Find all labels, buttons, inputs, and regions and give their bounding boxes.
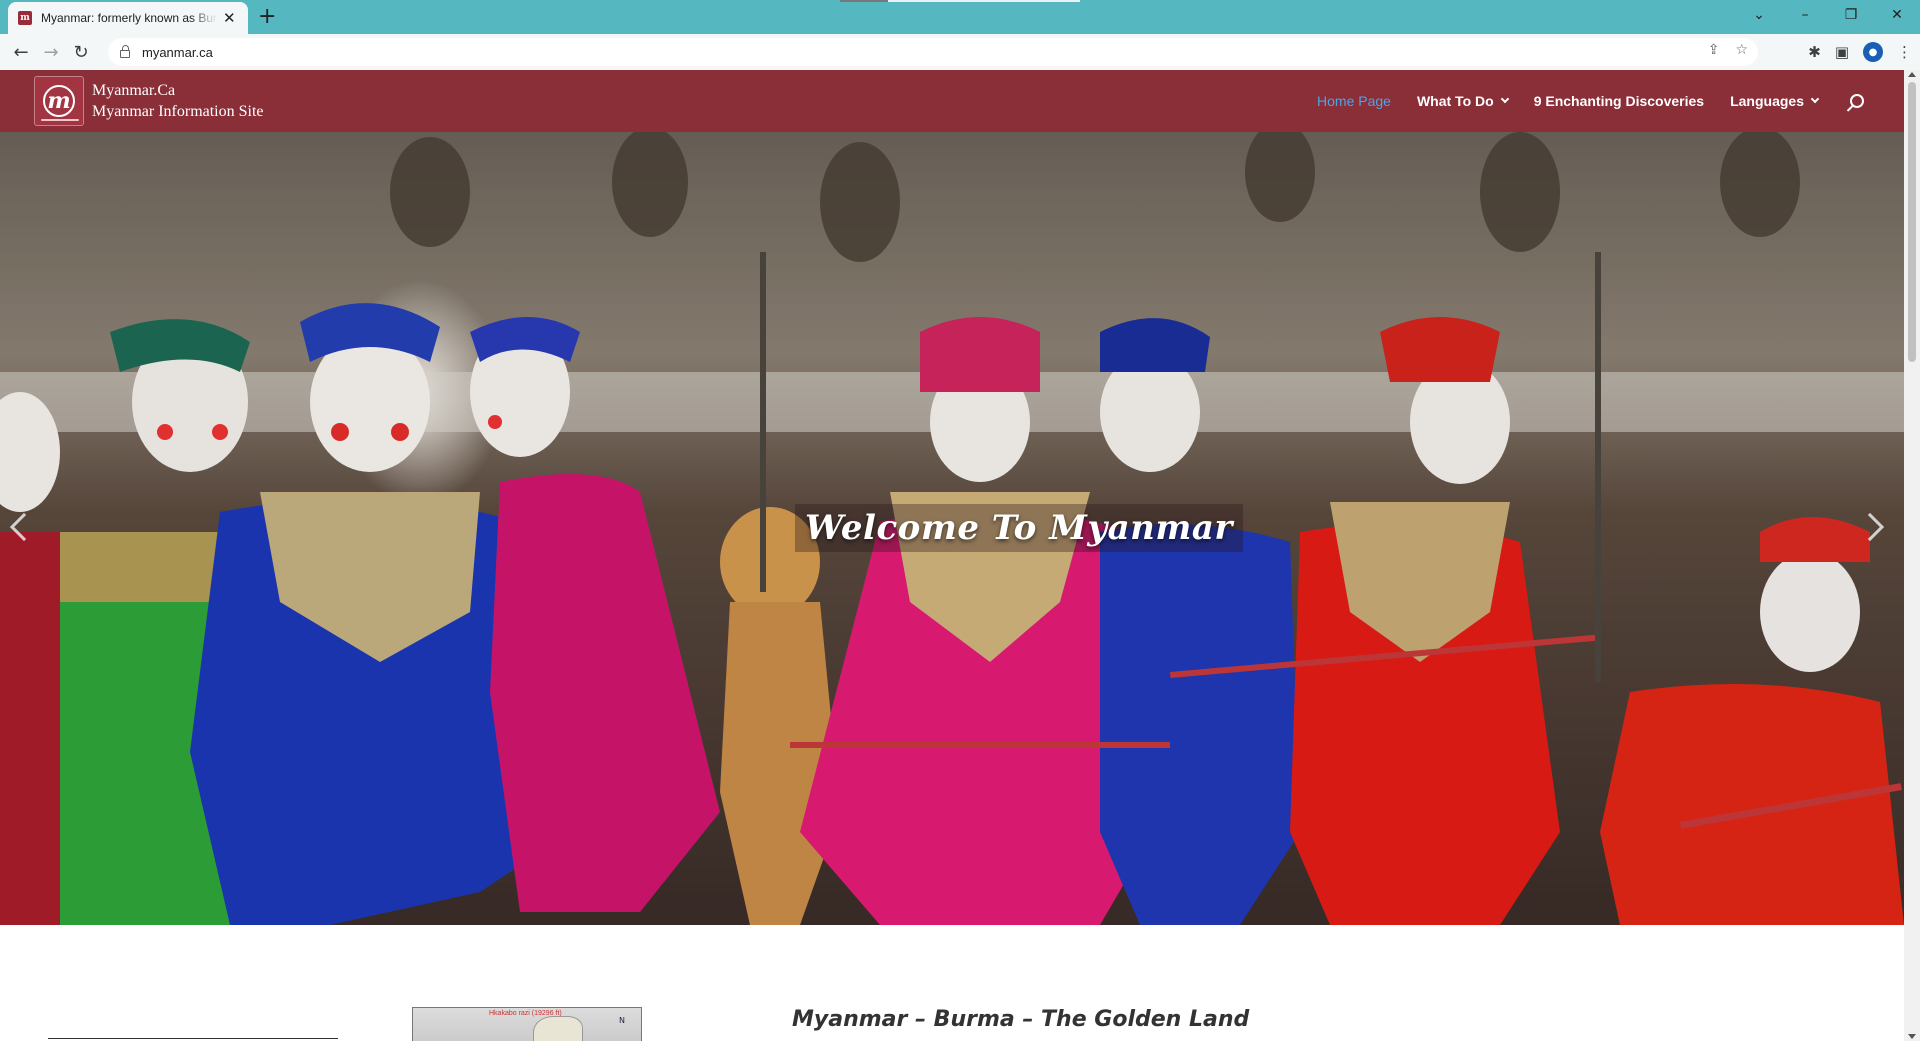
- site-title: Myanmar.Ca Myanmar Information Site: [92, 80, 264, 122]
- site-header: m Myanmar.Ca Myanmar Information Site Ho…: [0, 70, 1904, 132]
- nav-label: Home Page: [1317, 93, 1391, 109]
- logo-m-icon: m: [43, 85, 75, 117]
- web-page: m Myanmar.Ca Myanmar Information Site Ho…: [0, 70, 1904, 1041]
- omnibox-actions: ⇪ ☆: [1708, 42, 1748, 58]
- lock-icon[interactable]: [120, 44, 130, 58]
- profile-avatar-icon[interactable]: ●: [1863, 42, 1883, 62]
- nav-label: Languages: [1730, 93, 1804, 109]
- intro-section: Hkakabo razi (19296 ft) N Myanmar – Burm…: [0, 925, 1904, 1041]
- nav-label: What To Do: [1416, 93, 1494, 109]
- site-logo-link[interactable]: m Myanmar.Ca Myanmar Information Site: [34, 76, 264, 126]
- restore-button[interactable]: ❐: [1828, 7, 1874, 23]
- browser-toolbar: ← → ↻ myanmar.ca ⇪ ☆: [0, 34, 1920, 70]
- reload-icon[interactable]: ↻: [66, 42, 96, 63]
- share-icon[interactable]: ⇪: [1708, 42, 1720, 58]
- tab-strip-indicator-dark: [840, 0, 888, 2]
- side-panel-icon[interactable]: ▣: [1835, 43, 1849, 61]
- nav-languages[interactable]: Languages: [1730, 93, 1820, 109]
- new-tab-button[interactable]: +: [258, 4, 276, 30]
- map-country-shape: [533, 1016, 583, 1041]
- logo-script-mark: [41, 119, 79, 121]
- main-navigation: Home Page What To Do 9 Enchanting Discov…: [1317, 70, 1864, 132]
- url-text[interactable]: myanmar.ca: [142, 45, 213, 60]
- browser-tab-strip: m Myanmar: formerly known as Burma ✕ + ⌄…: [0, 0, 1920, 34]
- browser-tab[interactable]: m Myanmar: formerly known as Burma ✕: [8, 2, 248, 34]
- forward-arrow-icon[interactable]: →: [36, 42, 66, 63]
- scroll-thumb[interactable]: [1908, 82, 1916, 362]
- page-scrollbar[interactable]: [1904, 70, 1920, 1041]
- nav-label: 9 Enchanting Discoveries: [1533, 93, 1705, 109]
- compass-icon: N: [619, 1016, 625, 1025]
- nav-what-to-do[interactable]: What To Do: [1416, 93, 1509, 109]
- back-arrow-icon[interactable]: ←: [6, 42, 36, 63]
- site-tagline: Myanmar Information Site: [92, 103, 264, 120]
- logo-badge: m: [34, 76, 84, 126]
- section-heading: Myanmar – Burma – The Golden Land: [792, 1007, 1250, 1032]
- extension-toolbar: ✱ ▣ ● ⋮: [1808, 42, 1912, 62]
- tab-search-button[interactable]: ⌄: [1736, 7, 1782, 23]
- site-name: Myanmar.Ca: [92, 82, 176, 99]
- search-icon[interactable]: [1850, 94, 1864, 108]
- address-bar[interactable]: myanmar.ca ⇪ ☆: [108, 38, 1758, 66]
- bookmark-star-icon[interactable]: ☆: [1735, 42, 1748, 58]
- nav-home-page[interactable]: Home Page: [1317, 93, 1391, 109]
- hero-caption: Welcome To Myanmar: [795, 504, 1243, 552]
- nav-9-enchanting-discoveries[interactable]: 9 Enchanting Discoveries: [1534, 93, 1704, 109]
- chevron-down-icon: [1500, 94, 1509, 104]
- extensions-puzzle-icon[interactable]: ✱: [1808, 43, 1821, 61]
- divider-line: [48, 1038, 338, 1039]
- chevron-down-icon: [1810, 94, 1820, 104]
- browser-menu-icon[interactable]: ⋮: [1897, 43, 1912, 61]
- tab-close-icon[interactable]: ✕: [223, 9, 236, 27]
- minimize-button[interactable]: –: [1782, 7, 1828, 23]
- scroll-up-arrow-icon[interactable]: [1908, 72, 1916, 77]
- close-window-button[interactable]: ✕: [1874, 7, 1920, 23]
- window-controls: ⌄ – ❐ ✕: [1736, 0, 1920, 30]
- site-favicon-icon: m: [18, 11, 32, 25]
- scroll-down-arrow-icon[interactable]: [1908, 1034, 1916, 1039]
- myanmar-map-image[interactable]: Hkakabo razi (19296 ft) N: [412, 1007, 642, 1041]
- tab-title: Myanmar: formerly known as Burma: [41, 11, 217, 25]
- hero-slider: Welcome To Myanmar: [0, 132, 1904, 925]
